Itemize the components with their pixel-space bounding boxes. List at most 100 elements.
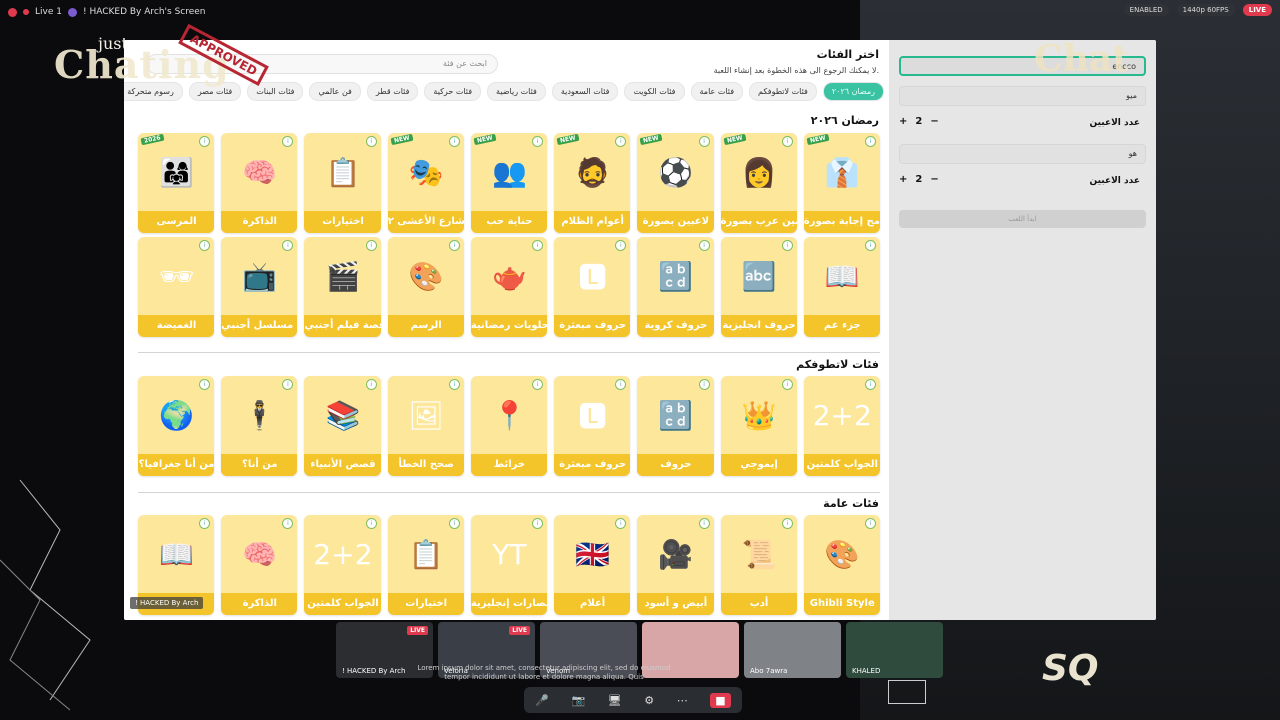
info-icon[interactable]: i xyxy=(781,379,793,390)
category-card-label: خرائط xyxy=(470,454,548,476)
increment-button[interactable]: + xyxy=(899,116,907,127)
participant-thumbnail[interactable]: Abo 7awra xyxy=(744,622,841,678)
info-icon[interactable]: i xyxy=(365,240,377,251)
info-icon[interactable]: i xyxy=(781,136,793,147)
info-icon[interactable]: i xyxy=(448,379,460,390)
team3-name-input[interactable]: هو xyxy=(899,144,1146,164)
decrement-button[interactable]: − xyxy=(930,116,938,127)
participant-thumbnail[interactable]: KHALED xyxy=(846,622,943,678)
category-card[interactable]: 🧔 i أعوام الظلام NEW xyxy=(554,133,631,233)
info-icon[interactable]: i xyxy=(698,240,710,251)
screen-share-icon[interactable]: 🖥 xyxy=(608,694,622,707)
category-card[interactable]: 📍 i خرائط xyxy=(470,376,548,476)
camera-icon[interactable]: 📷 xyxy=(572,694,586,707)
info-icon[interactable]: i xyxy=(865,518,876,529)
category-card[interactable]: 👑 i إيموجي xyxy=(720,376,797,476)
category-card[interactable]: 🎨 i الرسم xyxy=(387,237,464,337)
info-icon[interactable]: i xyxy=(865,240,876,251)
chat-overlay-text: Chat xyxy=(1034,38,1129,80)
quality-badge: 1440p 60FPS xyxy=(1176,4,1235,16)
category-pill[interactable]: فئات السعودية xyxy=(551,82,619,101)
category-card[interactable]: 🫖 i حلويات رمضانية xyxy=(470,237,548,337)
category-card[interactable]: ⚽ i لاعبين بصورة NEW xyxy=(637,133,714,233)
info-icon[interactable]: i xyxy=(781,518,793,529)
category-card[interactable]: 🎬 i قصة فيلم أجنبي xyxy=(304,237,381,337)
section-divider xyxy=(138,492,880,493)
info-icon[interactable]: i xyxy=(448,518,460,529)
category-card[interactable]: 🎭 i شارع الأعشى ٢ NEW xyxy=(387,133,464,233)
info-icon[interactable]: i xyxy=(365,518,377,529)
category-card[interactable]: 📚 i قصص الأنبياء xyxy=(304,376,381,476)
activity-icon[interactable]: ⚙ xyxy=(644,694,654,707)
category-card[interactable]: 🕶 i الغميضة xyxy=(138,237,215,337)
info-icon[interactable]: i xyxy=(781,240,793,251)
category-card[interactable]: 📋 i اختيارات xyxy=(304,133,381,233)
hacked-overlay-label: ! HACKED By Arch xyxy=(130,597,204,609)
category-card-label: أدب xyxy=(720,593,797,615)
category-card[interactable]: 📖 i جزء عم xyxy=(803,237,880,337)
live-dot-icon xyxy=(23,9,29,15)
window-title: ! HACKED By Arch's Screen xyxy=(82,7,206,17)
category-card[interactable]: 🇬🇧 i أعلام xyxy=(554,515,631,615)
info-icon[interactable]: i xyxy=(865,136,876,147)
team2-players-counter: عدد الاعبين + 2 − xyxy=(899,174,1146,192)
info-icon[interactable]: i xyxy=(698,136,710,147)
category-card[interactable]: 🖼 i صحح الخطأ xyxy=(387,376,464,476)
category-card[interactable]: 🅻i حروف مبعثرة xyxy=(554,237,631,337)
category-pill[interactable]: فئات حركية xyxy=(424,82,482,101)
info-icon[interactable]: i xyxy=(448,240,460,251)
category-pill[interactable]: فئات قطر xyxy=(366,82,419,101)
more-icon[interactable]: ⋯ xyxy=(677,694,688,707)
category-card[interactable]: YTiاختصارات إنجليزية xyxy=(470,515,548,615)
category-card-label: جزء عم xyxy=(803,315,880,337)
category-pill[interactable]: فئات لاتطوفكم xyxy=(749,82,817,101)
category-card[interactable]: 🎨 i Ghibli Style xyxy=(803,515,880,615)
category-pill[interactable]: رمضان ٢٠٢٦ xyxy=(822,82,884,101)
category-card[interactable]: 🌍 i من أنا جغرافيا؟ xyxy=(138,376,215,476)
info-icon[interactable]: i xyxy=(698,379,710,390)
category-card[interactable]: 📋 i اختيارات xyxy=(387,515,464,615)
start-game-button[interactable]: ابدأ اللعب xyxy=(899,210,1146,228)
increment-button[interactable]: + xyxy=(899,174,907,185)
category-card[interactable]: 2+2 i الجواب كلمتين xyxy=(304,515,381,615)
info-icon[interactable]: i xyxy=(365,136,377,147)
category-card[interactable]: 📜 i أدب xyxy=(720,515,797,615)
category-card-label: من أنا جغرافيا؟ xyxy=(138,454,215,476)
info-icon[interactable]: i xyxy=(448,136,460,147)
live-label: Live 1 xyxy=(35,7,62,17)
category-card-label: الرسم xyxy=(387,315,464,337)
enabled-badge: ENABLED xyxy=(1123,4,1169,16)
mic-icon[interactable]: 🎤 xyxy=(535,694,549,707)
players-label: عدد الاعبين xyxy=(1089,176,1140,186)
stop-stream-icon[interactable]: ■ xyxy=(710,692,731,708)
category-card[interactable]: 👨‍👩‍👧 i المرسى 2026 xyxy=(138,133,215,233)
category-card[interactable]: 🔤 i حروف انجليزية xyxy=(720,237,797,337)
category-card[interactable]: 🔡 i حروف كروية xyxy=(637,237,714,337)
category-card[interactable]: 👩iفنانين عرب بصورةNEW xyxy=(720,133,797,233)
category-card[interactable]: 📺iقصة مسلسل أجنبي xyxy=(221,237,298,337)
category-card-label: من أنا؟ xyxy=(221,454,298,476)
decrement-button[interactable]: − xyxy=(930,174,938,185)
category-card[interactable]: 🧠 i الذاكرة xyxy=(221,515,298,615)
category-card[interactable]: 🅻i حروف مبعثرة xyxy=(554,376,631,476)
category-card[interactable]: 👔iملامح إجابة بصورةNEW xyxy=(803,133,880,233)
category-card[interactable]: 🧠 i الذاكرة xyxy=(221,133,298,233)
sq-logo: SQ xyxy=(1042,648,1099,689)
category-card[interactable]: 🔡 i حروف xyxy=(637,376,714,476)
team2-name-input[interactable]: ميو xyxy=(899,86,1146,106)
info-icon[interactable]: i xyxy=(365,379,377,390)
info-icon[interactable]: i xyxy=(698,518,710,529)
category-card[interactable]: 👥 i حناية حب NEW xyxy=(470,133,548,233)
category-card[interactable]: 🎥 i أبيض و أسود xyxy=(637,515,714,615)
category-pill[interactable]: فن عالمي xyxy=(309,82,361,101)
latatofkum-row: 2+2 i الجواب كلمتين 👑 i إيموجي 🔡 i حروف 🅻i حروف مب… xyxy=(138,376,880,480)
section-title-ramadan: رمضان ٢٠٢٦ xyxy=(810,114,879,127)
category-card-label: اختيارات xyxy=(304,211,381,233)
category-card[interactable]: 🕴 i من أنا؟ xyxy=(221,376,298,476)
category-pill[interactable]: فئات عامة xyxy=(690,82,744,101)
info-icon[interactable]: i xyxy=(865,379,876,390)
category-pill[interactable]: فئات رياضية xyxy=(487,82,546,101)
category-pill[interactable]: فئات الكويت xyxy=(624,82,685,101)
category-card[interactable]: 2+2 i الجواب كلمتين xyxy=(803,376,880,476)
call-controls: 🎤 📷 🖥 ⚙ ⋯ ■ xyxy=(524,687,742,713)
